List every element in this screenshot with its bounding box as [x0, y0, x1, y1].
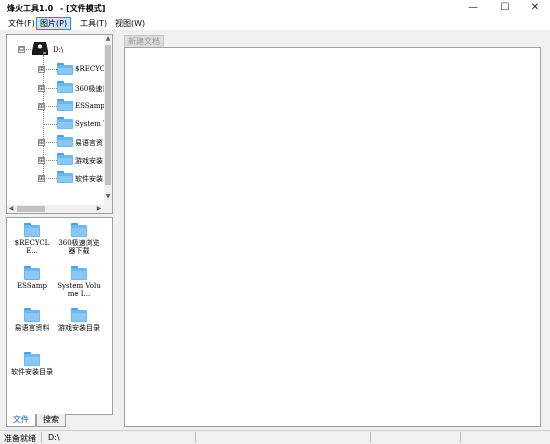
folder-icon	[24, 223, 40, 237]
file-item[interactable]: 360极速浏览器下载	[57, 223, 101, 255]
status-ready: 准备就绪	[4, 434, 36, 443]
folder-icon	[24, 266, 40, 280]
file-item[interactable]: System Volume I...	[57, 266, 101, 298]
title-bar: 烽火工具1.0 - [文件模式] — ☐ ✕	[0, 0, 550, 16]
disk-drive-icon	[32, 42, 48, 55]
scroll-down-icon[interactable]: ▼	[104, 193, 112, 201]
file-item[interactable]: 易语言资料	[10, 308, 54, 332]
scroll-corner	[104, 203, 112, 213]
document-editor[interactable]	[124, 47, 541, 427]
tree-connector	[43, 88, 57, 89]
file-item[interactable]: 软件安装目录	[10, 352, 54, 376]
folder-icon	[71, 266, 87, 280]
tab-files[interactable]: 文件	[6, 414, 36, 427]
tree-connector	[43, 178, 57, 179]
tree-connector	[43, 106, 57, 107]
tree-root-label[interactable]: D:\	[53, 46, 63, 54]
scroll-left-icon[interactable]: ◀	[7, 205, 15, 213]
maximize-button[interactable]: ☐	[490, 0, 520, 16]
scroll-right-icon[interactable]: ▶	[95, 205, 103, 213]
left-panel-tabs: 文件 搜索	[6, 414, 113, 428]
scroll-thumb[interactable]	[105, 45, 111, 185]
file-item[interactable]: 游戏安装目录	[57, 308, 101, 332]
file-item-label: 360极速浏览器下载	[58, 239, 100, 255]
folder-icon	[57, 99, 73, 111]
file-item-label: $RECYCLE...	[14, 239, 50, 255]
status-path: D:\	[48, 433, 60, 442]
status-divider	[41, 432, 42, 443]
tree-connector	[43, 160, 57, 161]
status-divider	[195, 432, 196, 443]
expand-icon[interactable]: ⊞	[38, 139, 45, 146]
folder-icon	[71, 223, 87, 237]
tree-vertical-scrollbar[interactable]: ▲ ▼	[104, 35, 112, 203]
file-item-label: 易语言资料	[14, 324, 50, 332]
tree-connector	[43, 142, 57, 143]
folder-icon	[57, 171, 73, 183]
status-divider	[370, 432, 371, 443]
tree-item[interactable]: 游戏安装	[75, 156, 103, 166]
left-panel: ⊟ D:\ ⊞ $RECYCLE. ⊞ 360极速浏 ⊞ ESSamp Syst…	[6, 34, 113, 428]
tree-item[interactable]: 易语言资	[75, 138, 103, 148]
folder-tree[interactable]: ⊟ D:\ ⊞ $RECYCLE. ⊞ 360极速浏 ⊞ ESSamp Syst…	[6, 34, 113, 214]
file-item[interactable]: ESSamp	[10, 266, 54, 290]
menu-bar: 文件(F) 图片(P) 工具(T) 视图(W)	[0, 16, 550, 30]
menu-file[interactable]: 文件(F)	[5, 18, 38, 29]
folder-icon	[24, 352, 40, 366]
menu-image[interactable]: 图片(P)	[36, 17, 72, 30]
folder-icon	[57, 153, 73, 165]
menu-view[interactable]: 视图(W)	[112, 18, 148, 29]
menu-tools[interactable]: 工具(T)	[77, 18, 110, 29]
status-divider	[460, 432, 461, 443]
folder-icon	[24, 308, 40, 322]
tree-item[interactable]: 软件安装	[75, 174, 103, 184]
folder-icon	[71, 308, 87, 322]
close-button[interactable]: ✕	[520, 0, 550, 16]
document-panel: 新建文档	[122, 35, 544, 428]
scroll-thumb[interactable]	[17, 206, 45, 212]
status-bar: 准备就绪 D:\	[0, 430, 550, 444]
expand-icon[interactable]: ⊞	[38, 103, 45, 110]
file-item-label: 软件安装目录	[11, 368, 53, 376]
tree-connector	[43, 124, 57, 125]
file-item-label: System Volume I...	[57, 282, 101, 298]
tree-item[interactable]: ESSamp	[75, 102, 105, 110]
tree-connector	[43, 69, 57, 70]
expand-icon[interactable]: ⊞	[38, 157, 45, 164]
expand-icon[interactable]: ⊞	[38, 85, 45, 92]
mode-title: - [文件模式]	[60, 4, 106, 13]
tab-search[interactable]: 搜索	[36, 414, 66, 427]
tree-horizontal-scrollbar[interactable]: ◀ ▶	[7, 205, 104, 213]
app-title: 烽火工具1.0	[7, 4, 54, 13]
expand-icon[interactable]: ⊞	[38, 66, 45, 73]
file-icon-view[interactable]: $RECYCLE... 360极速浏览器下载 ESSamp System Vol…	[6, 217, 113, 415]
file-item-label: 游戏安装目录	[58, 324, 100, 332]
folder-icon	[57, 63, 73, 75]
folder-icon	[57, 135, 73, 147]
collapse-icon[interactable]: ⊟	[18, 46, 25, 53]
minimize-button[interactable]: —	[458, 0, 488, 16]
folder-icon	[57, 81, 73, 93]
scroll-up-icon[interactable]: ▲	[104, 35, 112, 43]
file-item-label: ESSamp	[17, 282, 47, 290]
folder-icon	[57, 117, 73, 129]
file-item[interactable]: $RECYCLE...	[10, 223, 54, 255]
expand-icon[interactable]: ⊞	[38, 175, 45, 182]
